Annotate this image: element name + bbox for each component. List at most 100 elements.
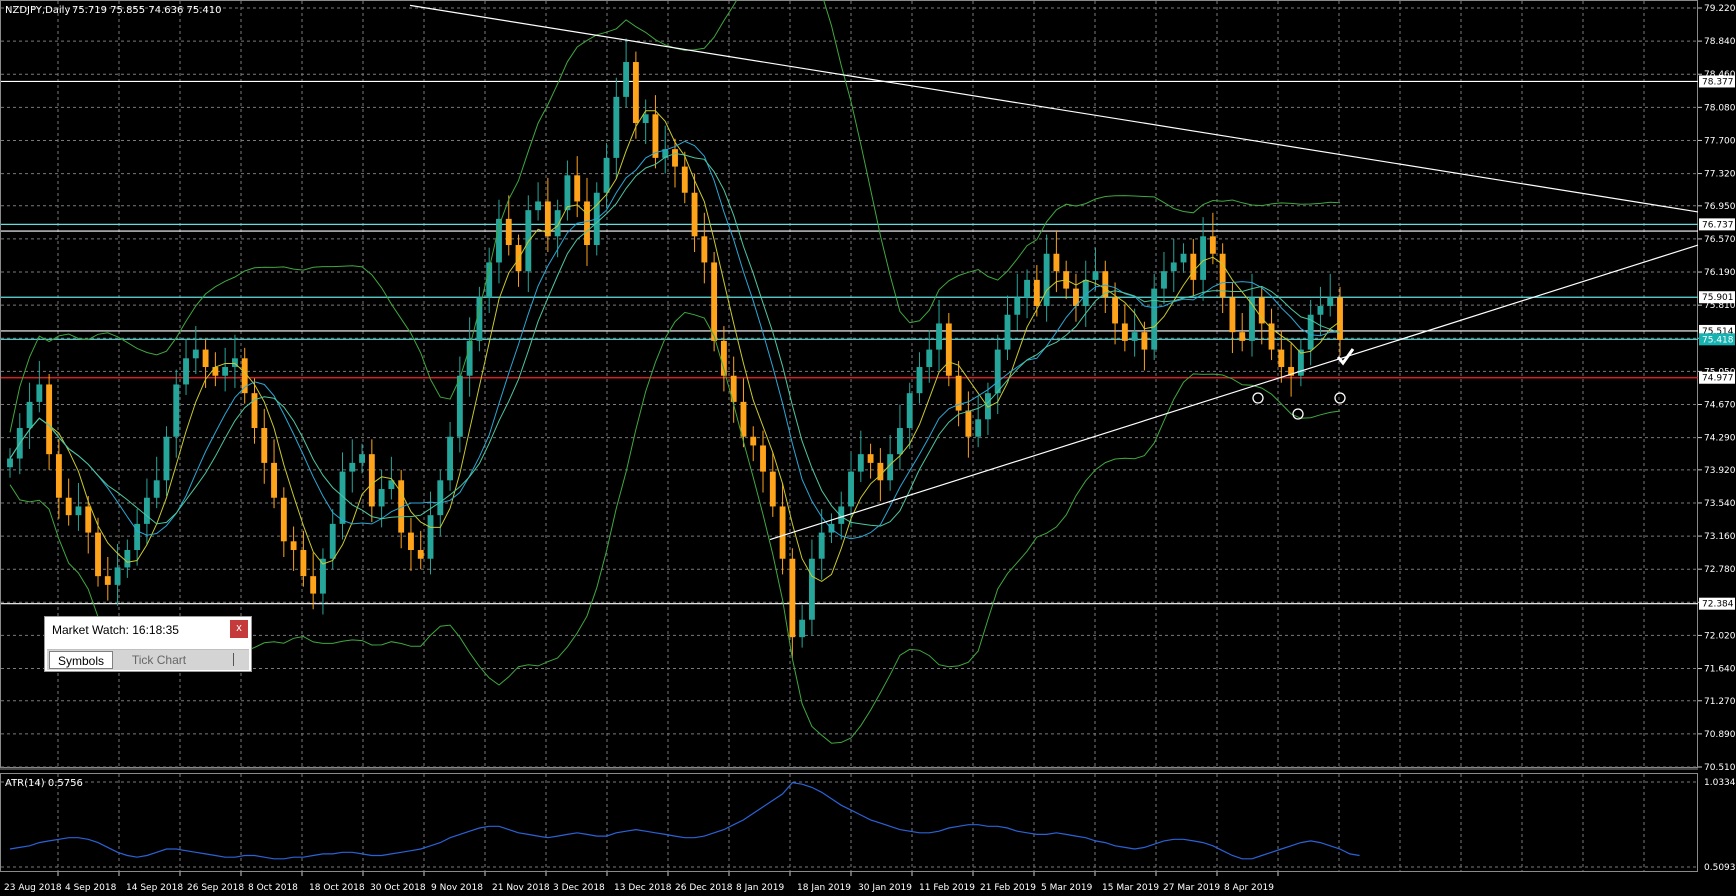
candle-body	[965, 410, 972, 437]
date-label: 13 Dec 2018	[614, 883, 672, 893]
candle-body	[1229, 297, 1236, 333]
candle-body	[584, 201, 590, 246]
market-watch-title: Market Watch: 16:18:35	[52, 623, 179, 637]
candle-body	[1014, 297, 1021, 315]
market-watch-window[interactable]: Market Watch: 16:18:35 x Symbols Tick Ch…	[44, 616, 252, 672]
candle-body	[192, 349, 199, 359]
candle-body	[750, 436, 757, 446]
candle-body	[916, 367, 923, 394]
candle-body	[896, 428, 903, 455]
candle-body	[75, 506, 82, 516]
candle-body	[701, 236, 708, 263]
main-panel-frame	[0, 0, 1698, 768]
candle-body	[378, 489, 385, 507]
bollinger-lower-line	[9, 311, 1341, 744]
price-tick-label: 76.190	[1704, 268, 1736, 278]
candle-body	[867, 454, 874, 463]
chart-symbol: NZDJPY,Daily	[5, 5, 70, 16]
tab-separator	[233, 653, 234, 666]
candle-body	[799, 619, 806, 638]
price-tick-label: 77.320	[1704, 170, 1736, 180]
candle-body	[476, 297, 483, 341]
candle-body	[280, 497, 287, 542]
candle-body	[838, 506, 845, 524]
candle-body	[779, 506, 786, 559]
date-label: 21 Feb 2019	[980, 883, 1036, 893]
price-tick-label: 74.670	[1704, 400, 1736, 410]
candle-body	[1141, 332, 1148, 350]
date-label: 23 Aug 2018	[4, 883, 62, 893]
price-label: 75.418	[1702, 335, 1734, 345]
date-label: 8 Oct 2018	[248, 883, 298, 893]
candle-body	[456, 375, 463, 437]
ma-slow-line	[9, 140, 1341, 540]
price-tick-label: 76.570	[1704, 235, 1736, 245]
candle-body	[7, 458, 13, 468]
candle-body	[1337, 297, 1343, 341]
candle-body	[975, 419, 982, 437]
candle-body	[1278, 349, 1285, 368]
candle-body	[828, 523, 835, 533]
tab-symbols[interactable]: Symbols	[49, 651, 113, 669]
candle-body	[222, 367, 229, 376]
price-tick-label: 70.890	[1704, 730, 1736, 740]
atr-tick-label: 0.5093	[1704, 863, 1736, 873]
date-label: 26 Sep 2018	[187, 883, 244, 893]
candle-body	[65, 497, 72, 516]
candle-body	[906, 393, 913, 429]
candle-body	[1161, 271, 1167, 289]
bollinger-upper-line	[9, 0, 1341, 433]
candle-body	[603, 157, 610, 193]
candle-body	[114, 567, 121, 585]
candle-body	[271, 462, 277, 498]
candle-body	[1053, 253, 1060, 272]
candle-body	[1112, 297, 1119, 324]
candle-body	[1317, 306, 1324, 315]
candle-body	[1268, 323, 1275, 350]
candle-body	[153, 480, 160, 498]
chart-area[interactable]: 79.22078.84078.46078.08077.70077.32076.9…	[0, 0, 1736, 896]
candle-body	[251, 393, 258, 429]
date-label: 3 Dec 2018	[553, 883, 605, 893]
candle-body	[95, 532, 101, 577]
date-label: 8 Apr 2019	[1224, 883, 1274, 893]
candle-body	[1190, 253, 1197, 280]
candle-body	[535, 201, 542, 211]
date-label: 21 Nov 2018	[492, 883, 550, 893]
date-label: 4 Sep 2018	[65, 883, 117, 893]
price-label: 76.737	[1702, 220, 1734, 230]
price-tick-label: 70.510	[1704, 763, 1736, 773]
chart-ohlc: 75.719 75.855 74.636 75.410	[72, 5, 222, 16]
date-label: 18 Oct 2018	[309, 883, 365, 893]
candle-body	[1033, 279, 1040, 307]
candle-body	[261, 428, 268, 463]
candle-body	[857, 454, 864, 472]
price-tick-label: 73.160	[1704, 532, 1736, 542]
market-watch-tabs: Symbols Tick Chart	[47, 649, 249, 670]
atr-tick-label: 1.0334	[1704, 778, 1736, 788]
date-label: 9 Nov 2018	[431, 883, 483, 893]
candle-body	[427, 515, 434, 559]
candle-body	[711, 262, 718, 341]
candle-body	[994, 349, 1001, 394]
thumbs-up-icon	[1334, 392, 1346, 404]
candle-body	[368, 454, 375, 507]
price-tick-label: 73.920	[1704, 466, 1736, 476]
candle-body	[642, 114, 649, 124]
candle-body	[1170, 262, 1177, 272]
candle-body	[437, 480, 444, 516]
candle-body	[1258, 297, 1265, 324]
date-label: 14 Sep 2018	[126, 883, 183, 893]
candle-body	[505, 218, 512, 246]
candle-body	[417, 550, 424, 559]
price-label: 78.377	[1702, 77, 1734, 87]
candle-body	[104, 576, 111, 585]
candle-body	[1131, 332, 1138, 341]
candle-body	[329, 523, 336, 559]
support-trendline	[769, 244, 1699, 541]
price-tick-label: 79.220	[1704, 4, 1736, 14]
close-icon[interactable]: x	[230, 620, 248, 638]
tab-tick-chart[interactable]: Tick Chart	[117, 651, 201, 669]
price-tick-label: 71.640	[1704, 665, 1736, 675]
candle-body	[613, 96, 620, 158]
